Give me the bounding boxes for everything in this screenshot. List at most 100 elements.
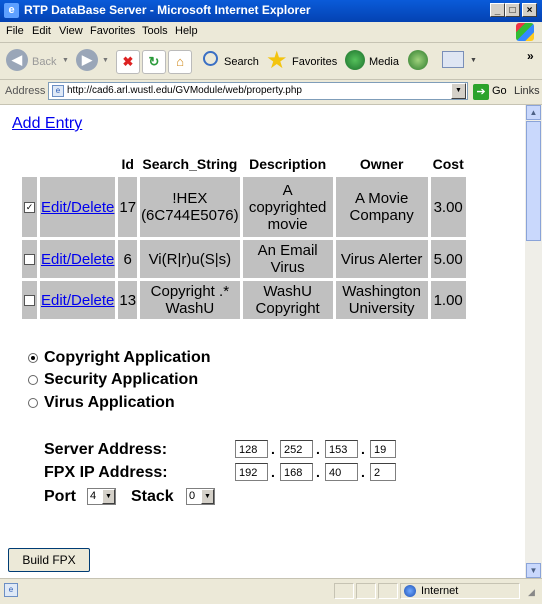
port-select[interactable]: 4 ▼ [87,488,116,505]
stack-value: 0 [189,490,196,502]
links-button[interactable]: Links [514,85,540,97]
toolbar-overflow-icon[interactable]: » [527,49,534,63]
forward-dropdown-icon[interactable]: ▼ [102,57,109,64]
menu-edit[interactable]: Edit [32,25,51,37]
search-icon[interactable] [203,51,218,66]
ie-icon: e [4,3,19,18]
cell-id: 6 [118,240,138,278]
cell-cost: 1.00 [430,281,466,319]
cell-id: 17 [118,177,138,237]
back-icon[interactable]: ◀ [6,49,28,71]
menu-tools[interactable]: Tools [142,25,168,37]
minimize-button[interactable]: _ [490,3,505,17]
scroll-thumb[interactable] [526,121,541,241]
page-content: Add Entry Id Search_String Description O… [0,105,525,578]
row-checkbox[interactable] [24,254,35,266]
cell-search-string: !HEX (6C744E5076) [140,177,240,237]
cell-search-string: Copyright .* WashU [140,281,240,319]
server-octet-3[interactable]: 153 [325,440,358,458]
maximize-button[interactable]: □ [505,3,520,17]
stack-dropdown-icon[interactable]: ▼ [201,489,214,504]
favorites-button[interactable]: Favorites [292,56,337,68]
port-dropdown-icon[interactable]: ▼ [102,489,115,504]
radio-security-control[interactable] [28,374,38,385]
edit-delete-link[interactable]: Edit/Delete [41,251,114,268]
cell-description: WashU Copyright [242,281,333,319]
edit-delete-link[interactable]: Edit/Delete [41,199,114,216]
status-bar: e Internet ◢ [0,578,542,604]
home-icon[interactable]: ⌂ [168,50,192,74]
col-id: Id [118,154,138,174]
globe-icon [404,585,416,597]
menu-file[interactable]: File [6,25,24,37]
toolbar: ◀ Back ▼ ▶ ▼ ✖ ↻ ⌂ Search ★ Favorites Me… [0,43,542,80]
go-arrow-icon[interactable]: ➔ [473,84,489,100]
vertical-scrollbar[interactable]: ▲ ▼ [525,105,542,578]
cell-id: 13 [118,281,138,319]
back-label[interactable]: Back [32,56,56,68]
radio-copyright-control[interactable] [28,352,38,363]
stack-select[interactable]: 0 ▼ [186,488,215,505]
mail-icon[interactable] [442,51,464,68]
build-fpx-button[interactable]: Build FPX [8,548,90,572]
radio-copyright[interactable]: Copyright Application [28,349,211,367]
radio-virus[interactable]: Virus Application [28,394,175,412]
cell-cost: 3.00 [430,177,466,237]
fpx-octet-1[interactable]: 192 [235,463,268,481]
server-octet-1[interactable]: 128 [235,440,268,458]
address-bar: Address e http://cad6.arl.wustl.edu/GVMo… [0,80,542,105]
media-button[interactable]: Media [369,56,399,68]
radio-copyright-label: Copyright Application [44,349,211,366]
radio-security[interactable]: Security Application [28,371,198,389]
stop-icon[interactable]: ✖ [116,50,140,74]
cell-owner: Washington University [335,281,428,319]
server-octet-2[interactable]: 252 [280,440,313,458]
fpx-octet-4[interactable]: 2 [370,463,396,481]
menu-favorites[interactable]: Favorites [90,25,135,37]
table-row: ✓ Edit/Delete 17 !HEX (6C744E5076) A cop… [22,177,466,237]
menu-bar: File Edit View Favorites Tools Help [0,22,542,43]
cell-description: An Email Virus [242,240,333,278]
port-label: Port [44,488,76,505]
cell-owner: A Movie Company [335,177,428,237]
cell-cost: 5.00 [430,240,466,278]
fpx-octet-2[interactable]: 168 [280,463,313,481]
mail-dropdown-icon[interactable]: ▼ [470,57,477,64]
go-button[interactable]: Go [492,85,507,97]
radio-virus-control[interactable] [28,397,38,408]
port-value: 4 [90,490,97,502]
favorites-icon[interactable]: ★ [266,46,288,75]
row-checkbox[interactable]: ✓ [24,202,35,214]
resize-grip-icon[interactable]: ◢ [528,587,535,598]
fpx-octet-3[interactable]: 40 [325,463,358,481]
page-status-icon: e [4,583,18,597]
row-checkbox[interactable] [24,295,35,307]
scroll-down-icon[interactable]: ▼ [526,563,541,578]
media-icon[interactable] [345,50,365,70]
add-entry-link[interactable]: Add Entry [12,115,82,133]
back-dropdown-icon[interactable]: ▼ [62,57,69,64]
address-input[interactable]: e http://cad6.arl.wustl.edu/GVModule/web… [48,82,468,100]
windows-logo-icon [516,23,534,41]
stack-label: Stack [131,488,174,505]
history-icon[interactable] [408,50,428,70]
col-owner: Owner [335,154,428,174]
cell-owner: Virus Alerter [335,240,428,278]
fpx-ip-label: FPX IP Address: [44,464,168,481]
col-cost: Cost [430,154,466,174]
radio-security-label: Security Application [44,371,199,388]
address-dropdown-icon[interactable]: ▼ [451,83,466,99]
server-address-label: Server Address: [44,441,168,458]
title-bar[interactable]: e RTP DataBase Server - Microsoft Intern… [0,0,542,22]
edit-delete-link[interactable]: Edit/Delete [41,292,114,309]
refresh-icon[interactable]: ↻ [142,50,166,74]
forward-icon[interactable]: ▶ [76,49,98,71]
scroll-up-icon[interactable]: ▲ [526,105,541,120]
search-button[interactable]: Search [224,56,259,68]
menu-view[interactable]: View [59,25,83,37]
menu-help[interactable]: Help [175,25,198,37]
server-octet-4[interactable]: 19 [370,440,396,458]
address-label: Address [5,85,46,97]
page-icon: e [52,85,64,97]
close-button[interactable]: × [522,3,537,17]
